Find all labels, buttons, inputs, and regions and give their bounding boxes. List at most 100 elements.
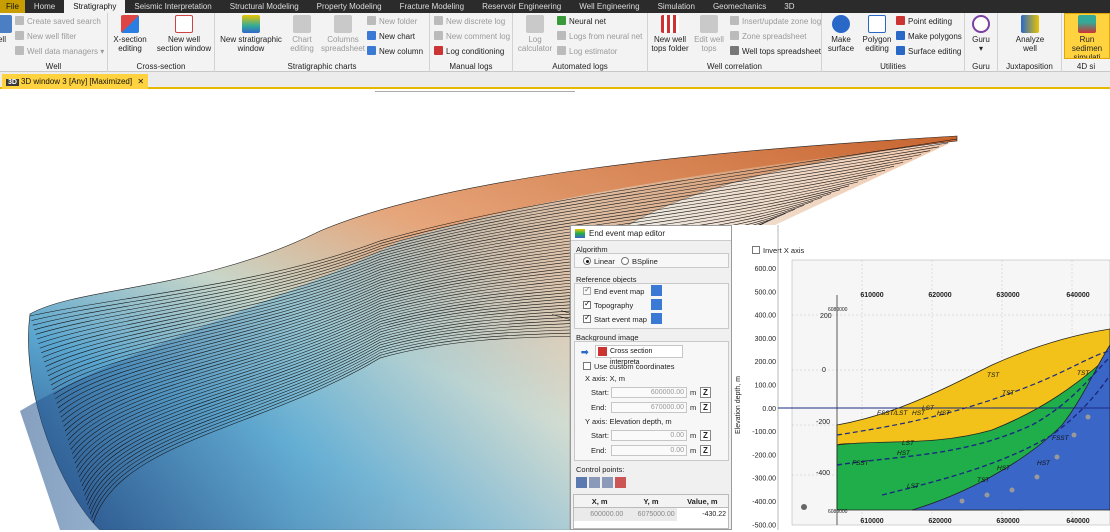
ribbon-tab-seismic-interpretation[interactable]: Seismic Interpretation	[125, 0, 220, 13]
ribbon-tab-structural-modeling[interactable]: Structural Modeling	[221, 0, 308, 13]
surface-editing-label: Surface editing	[908, 47, 962, 56]
start-event-map-checkbox[interactable]	[583, 313, 591, 323]
delete-point-icon[interactable]	[615, 477, 626, 488]
bspline-radio-dot[interactable]	[621, 257, 629, 265]
logs-from-neural-net-button[interactable]: Logs from neural net	[557, 31, 642, 43]
ref-start-event-map[interactable]: Start event map	[583, 313, 647, 324]
well-data-managers[interactable]: Well data managers ▾	[15, 46, 104, 58]
zone-spreadsheet-button[interactable]: Zone spreadsheet	[730, 31, 807, 43]
y-end-z-button[interactable]: Z	[700, 445, 711, 456]
control-points-table: X, m Y, m Value, m 600000.00 6075000.00 …	[573, 494, 729, 529]
ribbon-tab-stratigraphy[interactable]: Stratigraphy	[64, 0, 126, 13]
surface-editing-button[interactable]: Surface editing	[896, 46, 961, 58]
control-points-toolbar	[576, 477, 626, 488]
run-sedimentation-label: Run sedimen simulati	[1071, 35, 1103, 59]
ribbon-tab-3d[interactable]: 3D	[775, 0, 803, 13]
cell-y: 6075000.00	[625, 508, 677, 521]
chart-editing-button[interactable]: Chart editing	[285, 15, 319, 53]
use-custom-checkbox[interactable]	[583, 362, 591, 370]
well-tops-spreadsheet-button[interactable]: Well tops spreadsheet	[730, 46, 821, 58]
create-saved-search[interactable]: Create saved search	[15, 16, 101, 28]
insert-point-icon[interactable]	[589, 477, 600, 488]
new-comment-log-button[interactable]: New comment log	[434, 31, 510, 43]
x-axis-label: X axis: X, m	[585, 374, 626, 383]
new-well-section-button[interactable]: New well section window	[156, 15, 212, 53]
arrow-right-icon[interactable]: ➡	[581, 347, 589, 358]
estimator-icon	[557, 46, 566, 55]
x-end-input[interactable]: 670000.00	[611, 402, 687, 413]
ribbon-tab-home[interactable]: Home	[25, 0, 64, 13]
topography-checkbox[interactable]	[583, 299, 591, 309]
algo-bspline-radio[interactable]: BSpline	[621, 257, 658, 266]
start-event-map-select-icon[interactable]	[651, 313, 662, 324]
use-custom-coordinates[interactable]: Use custom coordinates	[583, 362, 674, 371]
make-surface-button[interactable]: Make surface	[825, 15, 857, 53]
new-well-filter[interactable]: New well filter	[15, 31, 76, 43]
neural-net-button[interactable]: Neural net	[557, 16, 606, 28]
make-polygons-button[interactable]: Make polygons	[896, 31, 962, 43]
strat-window-icon	[242, 15, 260, 33]
close-icon[interactable]: ✕	[137, 77, 144, 86]
ribbon-tab-simulation[interactable]: Simulation	[649, 0, 704, 13]
run-sedimentation-button[interactable]: Run sedimen simulati	[1064, 13, 1110, 59]
topography-select-icon[interactable]	[651, 299, 662, 310]
x-start-z-button[interactable]: Z	[700, 387, 711, 398]
add-point-icon[interactable]	[576, 477, 587, 488]
log-conditioning-button[interactable]: Log conditioning	[434, 46, 504, 58]
xsection-editing-button[interactable]: X-section editing	[112, 15, 148, 53]
new-well-button[interactable]: ell	[0, 15, 12, 44]
folder-icon	[367, 16, 376, 25]
new-strat-window-button[interactable]: New stratigraphic window	[219, 15, 283, 53]
cell-value[interactable]: -430.22	[677, 508, 728, 521]
new-column-button[interactable]: New column	[367, 46, 423, 58]
ribbon-tab-fracture-modeling[interactable]: Fracture Modeling	[391, 0, 473, 13]
insert-update-zone-log-button[interactable]: Insert/update zone log	[730, 16, 821, 28]
algo-linear-radio[interactable]: Linear	[583, 257, 615, 266]
analyze-well-button[interactable]: Analyze well	[1012, 15, 1048, 53]
ribbon-tab-file[interactable]: File	[0, 0, 25, 13]
new-well-tops-folder-button[interactable]: New well tops folder	[650, 15, 690, 53]
ref-topography[interactable]: Topography	[583, 299, 633, 310]
create-saved-search-label: Create saved search	[27, 17, 101, 26]
background-image-plot[interactable]: Invert X axis 600.00 500.00 400.00 300.00 20…	[732, 225, 1110, 530]
polygon-editing-button[interactable]: Polygon editing	[859, 15, 895, 53]
y-start-z-button[interactable]: Z	[700, 430, 711, 441]
point-editing-button[interactable]: Point editing	[896, 16, 952, 28]
ribbon-tab-geomechanics[interactable]: Geomechanics	[704, 0, 775, 13]
log-estimator-button[interactable]: Log estimator	[557, 46, 617, 58]
ribbon-tab-reservoir-engineering[interactable]: Reservoir Engineering	[473, 0, 570, 13]
linear-radio-dot[interactable]	[583, 257, 591, 265]
guru-button[interactable]: Guru ▾	[969, 15, 993, 53]
background-image-field[interactable]: Cross section interpreta	[595, 345, 683, 366]
document-tab-3d-window[interactable]: 3D 3D window 3 [Any] [Maximized] ✕	[2, 74, 149, 89]
group-manual-logs: New discrete log New comment log Log con…	[430, 13, 513, 72]
end-event-map-select-icon[interactable]	[651, 285, 662, 296]
columns-spreadsheet-button[interactable]: Columns spreadsheet	[321, 15, 365, 53]
ribbon-tab-well-engineering[interactable]: Well Engineering	[570, 0, 648, 13]
new-discrete-log-button[interactable]: New discrete log	[434, 16, 505, 28]
end-event-map-checkbox[interactable]	[583, 285, 591, 295]
x-end-z-button[interactable]: Z	[700, 402, 711, 413]
new-well-label: ell	[0, 35, 6, 44]
guru-label: Guru	[972, 35, 990, 44]
y-end-input[interactable]: 0.00	[611, 445, 687, 456]
move-point-icon[interactable]	[602, 477, 613, 488]
ribbon: ell Create saved search New well filter …	[0, 13, 1110, 72]
table-row[interactable]: 600000.00 6075000.00 -430.22	[574, 508, 728, 521]
chart-edit-icon	[293, 15, 311, 33]
inner-axis-label: 200	[820, 313, 832, 320]
ref-end-event-map[interactable]: End event map	[583, 285, 645, 296]
log-calculator-button[interactable]: Log calculator	[516, 15, 554, 53]
x-tick-label: 610000	[860, 292, 883, 299]
y-start-input[interactable]: 0.00	[611, 430, 687, 441]
x-start-input[interactable]: 600000.00	[611, 387, 687, 398]
edit-well-tops-button[interactable]: Edit well tops	[692, 15, 726, 53]
end-event-map-label: End event map	[594, 287, 645, 296]
new-chart-button[interactable]: New chart	[367, 31, 415, 43]
sequence-label: LST	[922, 405, 935, 412]
new-folder-button[interactable]: New folder	[367, 16, 417, 28]
y-end-unit: m	[690, 446, 697, 455]
filter-icon	[15, 31, 24, 40]
polygon-editing-label: Polygon editing	[862, 35, 892, 53]
ribbon-tab-property-modeling[interactable]: Property Modeling	[308, 0, 391, 13]
